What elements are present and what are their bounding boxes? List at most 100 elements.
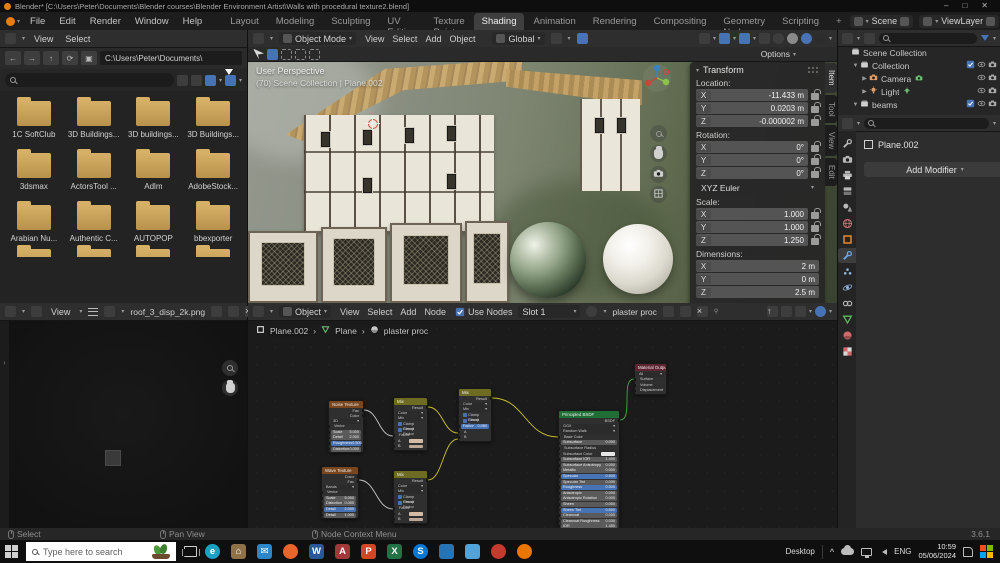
node-slider-anisotropic-rotation[interactable]: Anisotropic Rotation0.000 bbox=[561, 496, 617, 501]
node-slider-roughness[interactable]: Roughness0.500 bbox=[331, 441, 361, 446]
select-box-icon[interactable] bbox=[267, 49, 278, 60]
input-socket[interactable] bbox=[328, 425, 330, 428]
properties-tab-texture[interactable] bbox=[838, 344, 856, 359]
input-socket[interactable] bbox=[393, 434, 395, 437]
input-socket[interactable] bbox=[558, 470, 560, 473]
hide-eye-icon[interactable] bbox=[977, 99, 986, 110]
properties-search-input[interactable] bbox=[864, 118, 989, 129]
properties-tab-tool[interactable] bbox=[838, 136, 856, 151]
visibility-icon[interactable] bbox=[699, 33, 710, 44]
node-menu-add[interactable]: Add bbox=[397, 306, 419, 318]
node-enum-mix[interactable]: Mix▾ bbox=[396, 416, 425, 421]
node-link[interactable] bbox=[428, 439, 458, 480]
properties-tab-particles[interactable] bbox=[838, 264, 856, 279]
disable-render-camera-icon[interactable] bbox=[988, 86, 997, 97]
input-socket[interactable] bbox=[328, 442, 330, 445]
input-socket[interactable] bbox=[558, 453, 560, 456]
disable-render-camera-icon[interactable] bbox=[988, 73, 997, 84]
color-swatch[interactable] bbox=[601, 452, 615, 456]
node-checkbox-clamp-factor[interactable]: Clamp Factor bbox=[396, 500, 425, 505]
expand-icon[interactable]: ▶ bbox=[860, 75, 869, 82]
taskbar-icon-paint-3d[interactable] bbox=[491, 544, 506, 559]
node-slider-distortion[interactable]: Distortion0.000 bbox=[331, 447, 361, 452]
color-swatch[interactable] bbox=[409, 512, 423, 516]
parent-node-tree-icon[interactable]: ↑ bbox=[767, 306, 778, 317]
maximize-button[interactable]: □ bbox=[962, 2, 967, 10]
folder-item[interactable]: Arabian Nu... bbox=[4, 201, 64, 243]
menu-window[interactable]: Window bbox=[129, 14, 175, 29]
path-field[interactable]: C:\Users\Peter\Documents\ bbox=[100, 51, 242, 65]
node-header[interactable]: Wave Texture bbox=[322, 467, 358, 474]
menu-edit[interactable]: Edit bbox=[53, 14, 81, 29]
node-header[interactable]: Noise Texture bbox=[329, 401, 363, 408]
node-link[interactable] bbox=[359, 480, 393, 509]
tray-expand-icon[interactable]: ^ bbox=[830, 547, 834, 557]
input-socket[interactable] bbox=[634, 378, 636, 381]
shading-material-icon[interactable] bbox=[801, 33, 812, 44]
viewport-menu-view[interactable]: View bbox=[362, 33, 387, 45]
number-field-y[interactable]: Y0° bbox=[696, 154, 808, 166]
lock-icon[interactable] bbox=[811, 212, 819, 219]
unlink-icon[interactable]: × bbox=[697, 306, 708, 317]
node-checkbox-clamp-result[interactable]: Clamp Result bbox=[461, 413, 489, 418]
properties-tab-modifiers[interactable] bbox=[838, 248, 856, 263]
taskbar-search-input[interactable]: Type here to search bbox=[26, 542, 176, 561]
number-field-x[interactable]: X2 m bbox=[696, 260, 819, 272]
shading-rendered-icon[interactable] bbox=[815, 33, 826, 44]
input-socket[interactable] bbox=[458, 431, 460, 434]
snap-magnet-icon[interactable] bbox=[551, 33, 562, 44]
folder-item[interactable]: AdobeStock... bbox=[183, 149, 243, 191]
shader-type-selector[interactable]: Object▾ bbox=[279, 305, 331, 318]
input-socket[interactable] bbox=[321, 503, 323, 506]
input-socket[interactable] bbox=[393, 440, 395, 443]
lock-icon[interactable] bbox=[811, 145, 819, 152]
notification-center-icon[interactable] bbox=[963, 547, 973, 557]
folder-item[interactable]: 1C SoftClub bbox=[4, 97, 64, 139]
viewport-canvas[interactable]: User Perspective (70) Scene Collection |… bbox=[248, 61, 837, 303]
input-socket[interactable] bbox=[393, 507, 395, 510]
node-enum-color[interactable]: Color▾ bbox=[461, 402, 489, 407]
new-folder-button[interactable]: ▣ bbox=[81, 51, 97, 65]
folder-item[interactable] bbox=[124, 245, 184, 257]
workspace-tab-modeling[interactable]: Modeling bbox=[268, 13, 323, 30]
outliner-item-light[interactable]: ▶Light bbox=[838, 85, 1000, 98]
node-checkbox-clamp-factor[interactable]: Clamp Factor bbox=[396, 427, 425, 432]
input-socket[interactable] bbox=[558, 458, 560, 461]
disable-render-camera-icon[interactable] bbox=[988, 60, 997, 71]
lock-icon[interactable] bbox=[811, 225, 819, 232]
node-slider-sheen-tint[interactable]: Sheen Tint0.500 bbox=[561, 508, 617, 513]
new-scene-icon[interactable] bbox=[900, 17, 909, 26]
output-socket[interactable] bbox=[426, 479, 428, 482]
properties-tab-view-layer[interactable] bbox=[838, 184, 856, 199]
fake-user-shield-icon[interactable] bbox=[211, 306, 222, 317]
input-socket[interactable] bbox=[558, 481, 560, 484]
node-mix[interactable]: MixResultColor▾Mix▾Clamp ResultClamp Fac… bbox=[393, 470, 428, 524]
taskbar-icon-mail[interactable]: ✉ bbox=[257, 544, 272, 559]
zoom-icon[interactable] bbox=[650, 125, 667, 142]
menu-help[interactable]: Help bbox=[177, 14, 209, 29]
grid-view-icon[interactable] bbox=[650, 186, 667, 203]
properties-tab-world[interactable] bbox=[838, 216, 856, 231]
use-nodes-checkbox[interactable]: Use Nodes bbox=[455, 307, 513, 317]
file-browser-view-menu[interactable]: View bbox=[31, 33, 56, 45]
onedrive-icon[interactable] bbox=[841, 548, 854, 555]
node-slider-scale[interactable]: Scale5.000 bbox=[331, 430, 361, 435]
workspace-tab-compositing[interactable]: Compositing bbox=[646, 13, 715, 30]
shading-wireframe-icon[interactable] bbox=[773, 33, 784, 44]
proportional-edit-icon[interactable] bbox=[577, 33, 588, 44]
node-enum-color[interactable]: Color▾ bbox=[396, 484, 425, 489]
file-browser-select-menu[interactable]: Select bbox=[62, 33, 93, 45]
taskbar-icon-blender[interactable] bbox=[517, 544, 532, 559]
node-slider-anisotropic[interactable]: Anisotropic0.000 bbox=[561, 491, 617, 496]
node-slider-subsurface-ior[interactable]: Subsurface IOR1.400 bbox=[561, 457, 617, 462]
image-canvas[interactable]: › bbox=[0, 320, 247, 528]
scene-selector[interactable]: ▾ Scene bbox=[850, 15, 914, 28]
display-detail-button[interactable] bbox=[191, 75, 202, 86]
node-principled-bsdf[interactable]: Principled BSDFBSDFGGX▾Random Walk▾Base … bbox=[558, 410, 620, 528]
node-menu-select[interactable]: Select bbox=[364, 306, 395, 318]
output-socket[interactable] bbox=[426, 406, 428, 409]
pan-hand-icon[interactable] bbox=[222, 380, 238, 396]
output-socket[interactable] bbox=[618, 419, 620, 422]
node-link[interactable] bbox=[364, 410, 393, 436]
outliner-item-scene-collection[interactable]: Scene Collection bbox=[838, 46, 1000, 59]
